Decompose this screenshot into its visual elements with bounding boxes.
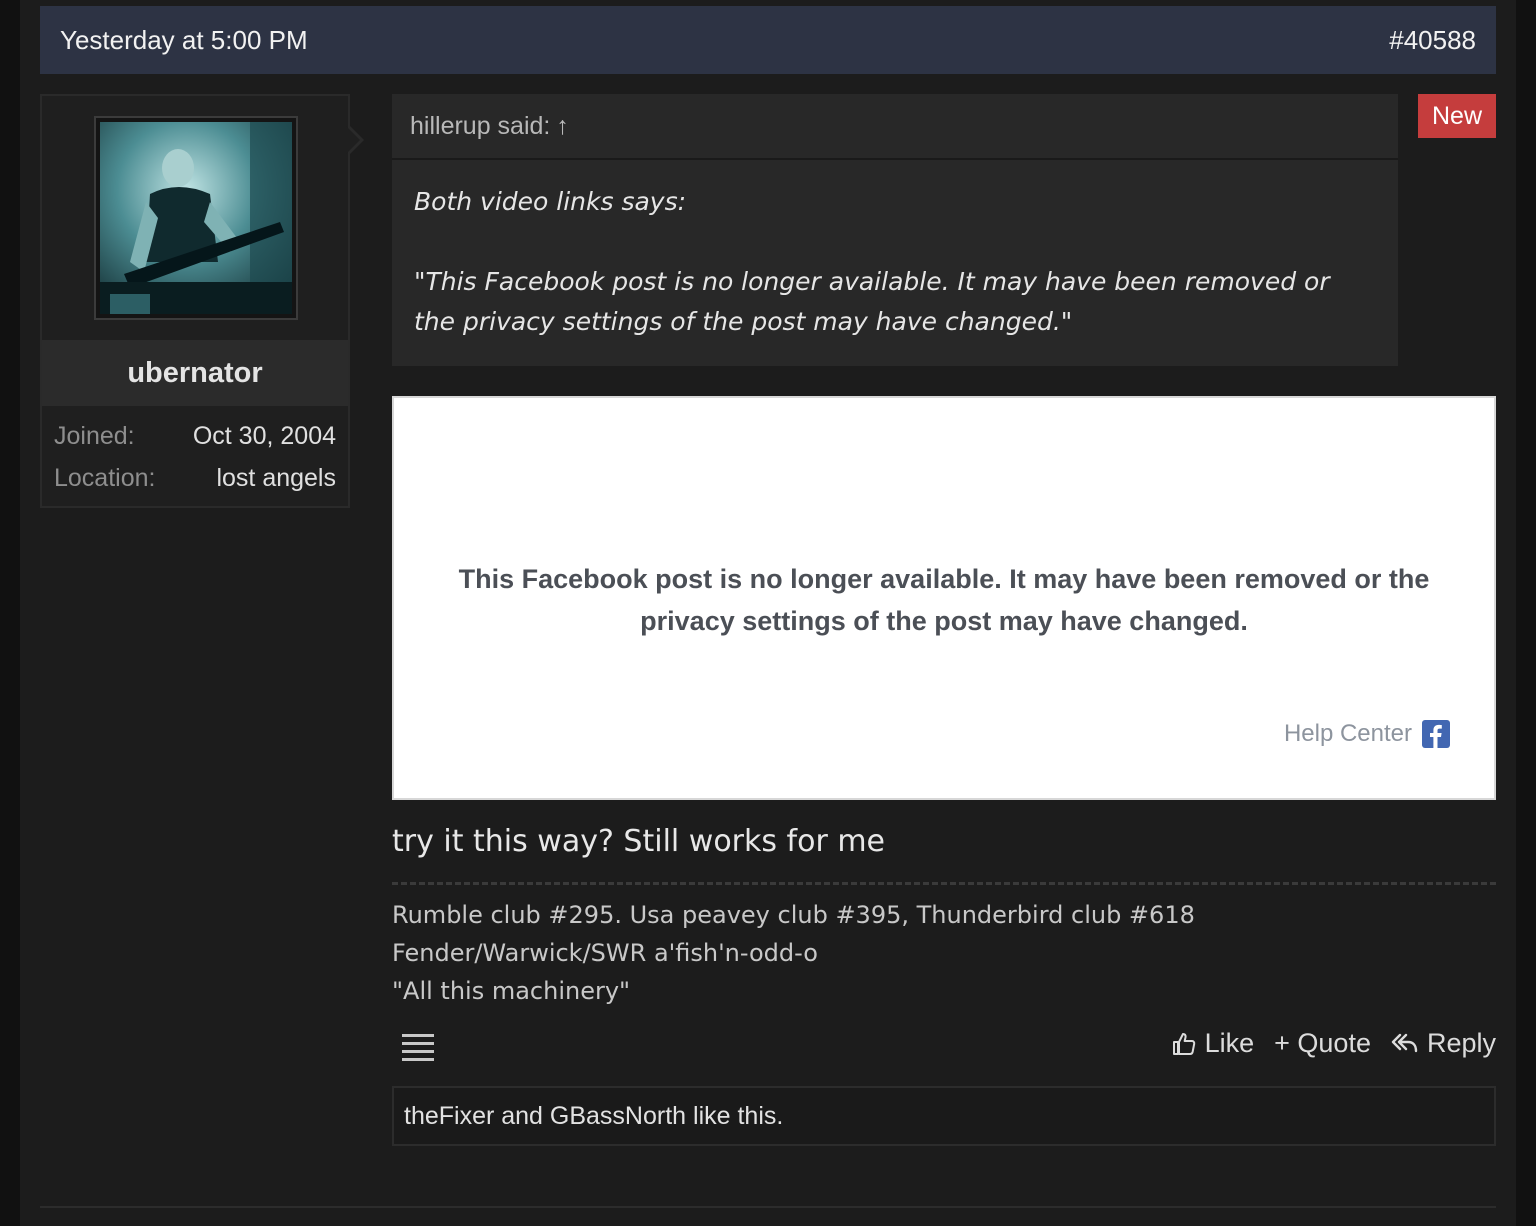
help-center-link[interactable]: Help Center	[1284, 720, 1450, 748]
reply-button[interactable]: Reply	[1391, 1028, 1496, 1059]
post-timestamp[interactable]: Yesterday at 5:00 PM	[60, 25, 308, 56]
quote-button[interactable]: + Quote	[1274, 1028, 1371, 1059]
thumbs-up-icon	[1172, 1032, 1195, 1055]
joined-label: Joined:	[54, 422, 135, 450]
location-label: Location:	[54, 464, 156, 492]
quote-line-3: the privacy settings of the post may hav…	[414, 307, 1073, 336]
page: Yesterday at 5:00 PM #40588 ubernator Jo…	[20, 0, 1516, 1226]
signature-divider	[392, 882, 1496, 885]
reply-label: Reply	[1426, 1028, 1496, 1058]
embed-message-line-1: This Facebook post is no longer availabl…	[458, 564, 1430, 594]
location-value: lost angels	[216, 464, 336, 492]
quote-body: Both video links says: "This Facebook po…	[392, 160, 1398, 342]
user-card: ubernator Joined: Oct 30, 2004 Location:…	[40, 94, 364, 508]
quote-header: hillerup said: ↑	[392, 94, 1398, 160]
username[interactable]: ubernator	[42, 340, 348, 406]
embed-message-line-2: privacy settings of the post may have ch…	[640, 606, 1248, 636]
likes-text[interactable]: theFixer and GBassNorth like this.	[404, 1102, 783, 1131]
likes-summary: theFixer and GBassNorth like this.	[392, 1086, 1496, 1146]
signature-line-1: Rumble club #295. Usa peavey club #395, …	[392, 901, 1195, 929]
post-actions: Like + Quote Reply	[1151, 1028, 1496, 1059]
signature: Rumble club #295. Usa peavey club #395, …	[392, 896, 1195, 1010]
post-header: Yesterday at 5:00 PM #40588	[40, 6, 1496, 74]
post-number-link[interactable]: #40588	[1389, 25, 1476, 56]
facebook-embed: This Facebook post is no longer availabl…	[392, 396, 1496, 800]
quote-block: hillerup said: ↑ Both video links says: …	[392, 94, 1398, 366]
post-separator	[40, 1206, 1496, 1208]
embed-message: This Facebook post is no longer availabl…	[434, 558, 1454, 642]
avatar-image	[100, 122, 292, 314]
post-body-text: try it this way? Still works for me	[392, 824, 886, 859]
location-row: Location: lost angels	[54, 464, 336, 493]
new-badge: New	[1418, 94, 1496, 138]
like-label: Like	[1204, 1028, 1255, 1058]
menu-icon[interactable]	[402, 1034, 434, 1061]
avatar[interactable]	[94, 116, 298, 320]
help-center-label: Help Center	[1283, 720, 1412, 747]
reply-icon	[1391, 1033, 1418, 1052]
quote-author: hillerup said:	[410, 111, 551, 140]
joined-row: Joined: Oct 30, 2004	[54, 422, 336, 451]
signature-line-3: "All this machinery"	[392, 977, 631, 1005]
quote-label: + Quote	[1274, 1028, 1371, 1058]
signature-line-2: Fender/Warwick/SWR a'fish'n-odd-o	[392, 939, 818, 967]
like-button[interactable]: Like	[1171, 1028, 1255, 1059]
quote-line-2: "This Facebook post is no longer availab…	[414, 267, 1330, 296]
quote-line-1: Both video links says:	[414, 187, 687, 216]
joined-value: Oct 30, 2004	[192, 422, 336, 450]
facebook-icon	[1422, 720, 1450, 748]
arrow-up-icon[interactable]: ↑	[556, 112, 569, 141]
user-card-pointer	[346, 124, 364, 156]
